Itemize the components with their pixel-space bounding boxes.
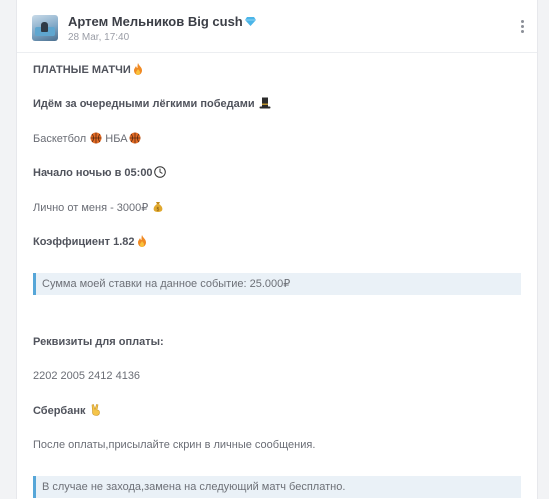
post-timestamp: 28 Mar, 17:40 [68,32,130,43]
text-basketball: Баскетбол [33,133,87,145]
avatar-figure [41,22,48,32]
text-card-number: 2202 2005 2412 4136 [33,370,141,382]
top-hat-icon [259,97,271,109]
text-coefficient: Коэффициент 1.82 [33,236,135,248]
text-line-4: Начало ночью в 05:00 [33,166,166,180]
author-name-text: Артем Мельников Big cush [68,14,243,29]
fire-icon [133,63,142,75]
post-header: Артем Мельников Big cush 28 Mar, 17:40 [17,0,537,53]
post-card: Артем Мельников Big cush 28 Mar, 17:40 П… [16,0,538,499]
author-name[interactable]: Артем Мельников Big cush [68,14,256,29]
basketball-icon [129,132,141,144]
text-payment-details: Реквизиты для оплаты: [33,336,164,348]
text-line-1: ПЛАТНЫЕ МАТЧИ [33,63,144,77]
clock-icon [153,166,166,178]
text-sberbank: Сбербанк [33,405,86,417]
fire-icon [137,235,146,247]
money-bag-icon: $ [153,202,163,213]
text-paid-matches: ПЛАТНЫЕ МАТЧИ [33,64,131,76]
text-line-3: Баскетбол НБА [33,132,141,146]
quote-free-replacement: В случае не захода,замена на следующий м… [33,476,521,498]
victory-hand-icon [91,404,100,416]
text-easy-wins: Идём за очередными лёгкими победами [33,98,255,110]
svg-text:$: $ [157,207,160,213]
text-line-5: Лично от меня - 3000₽ $ [33,201,164,215]
basketball-icon [90,132,102,144]
text-start-time: Начало ночью в 05:00 [33,167,153,179]
text-send-screenshot: После оплаты,присылайте скрин в личные с… [33,439,316,451]
diamond-icon [244,17,256,26]
text-nba: НБА [105,133,128,145]
text-line-6: Коэффициент 1.82 [33,235,148,249]
quote-bet-amount: Сумма моей ставки на данное событие: 25.… [33,273,521,295]
more-vertical-icon[interactable] [521,20,525,34]
text-line-9: Сбербанк [33,404,102,418]
avatar[interactable] [32,15,58,41]
text-line-2: Идём за очередными лёгкими победами [33,97,271,111]
text-personal-price: Лично от меня - 3000₽ [33,202,149,214]
